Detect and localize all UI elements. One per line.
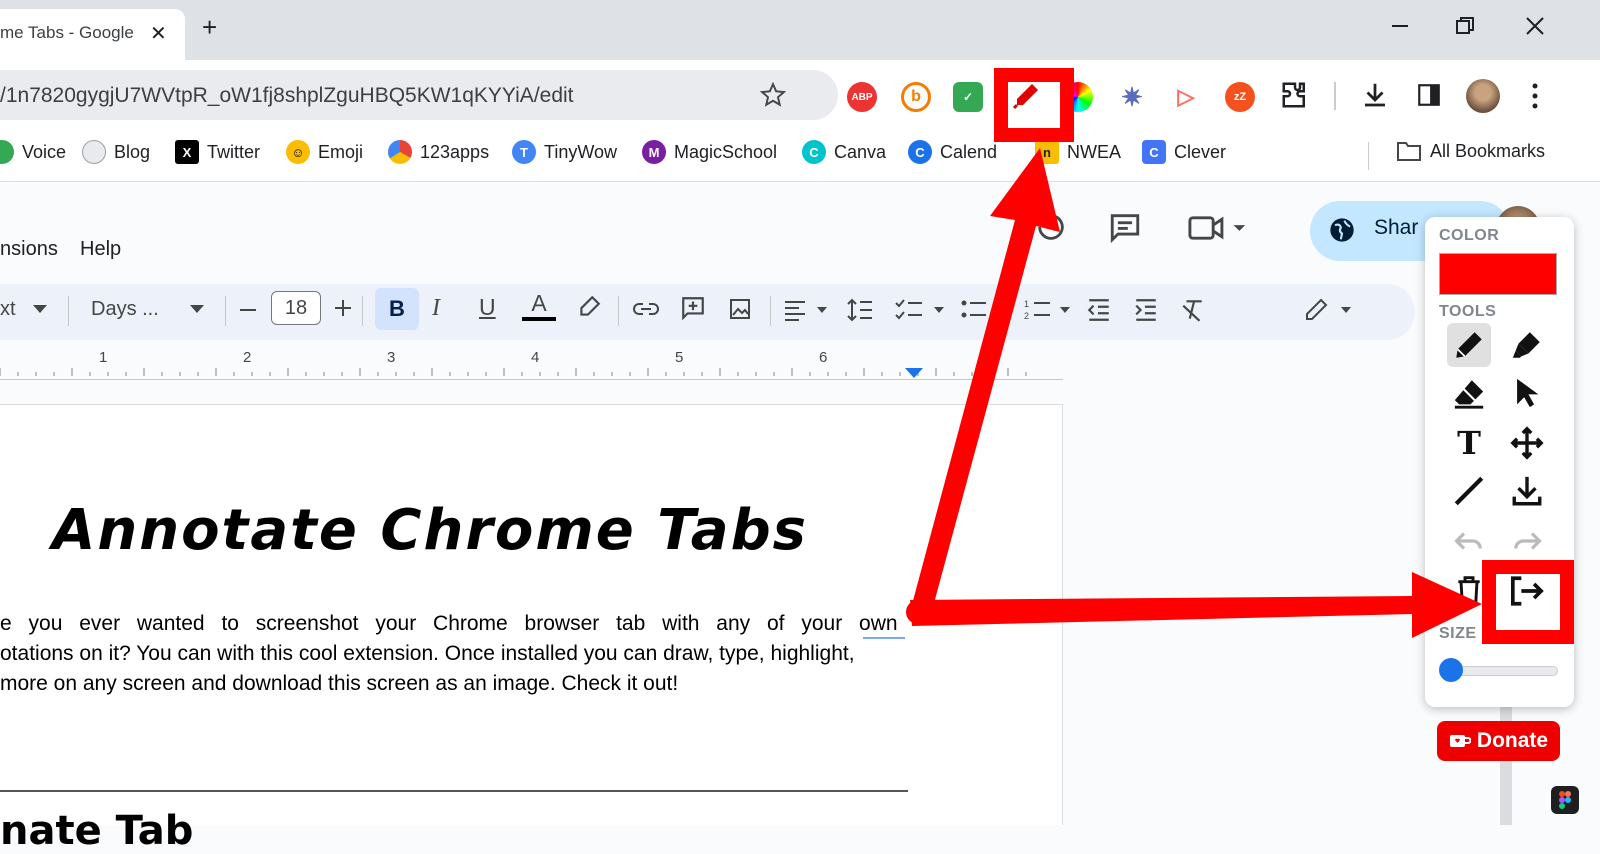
annotation-arrows [906,148,1482,638]
arrow-origin [906,600,930,624]
arrow-right-to-exit [910,572,1482,638]
arrow-up-to-extension [910,148,1060,618]
